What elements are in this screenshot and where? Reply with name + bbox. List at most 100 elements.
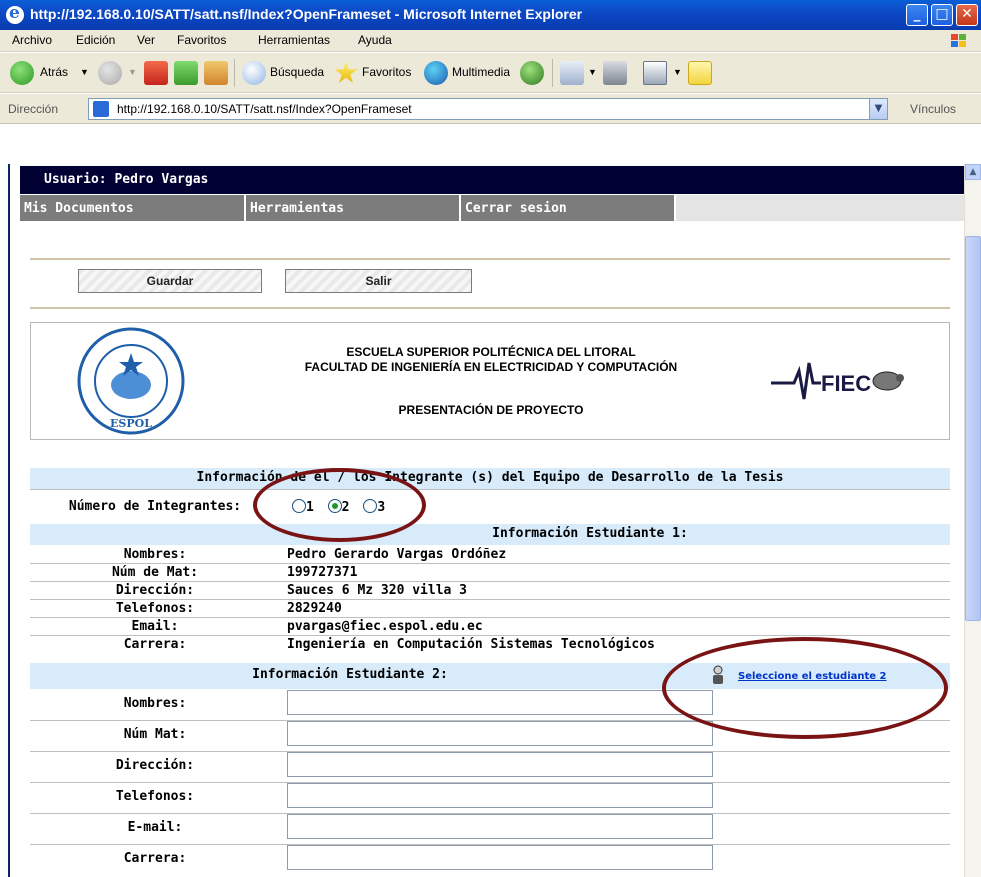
address-url[interactable]: http://192.168.0.10/SATT/satt.nsf/Index?… [117,102,412,116]
grid-line [30,617,950,618]
institution-line-1: ESCUELA SUPERIOR POLITÉCNICA DEL LITORAL [346,345,636,359]
student1-label-nombres: Nombres: [123,547,187,562]
student2-carrera-input[interactable] [287,845,713,870]
members-row: Número de Integrantes: 1 2 3 [30,490,950,524]
address-input[interactable]: http://192.168.0.10/SATT/satt.nsf/Index?… [88,98,888,120]
divider [30,307,950,309]
save-button[interactable]: Guardar [78,269,262,293]
student1-label-email: Email: [131,619,179,634]
forward-arrow-icon[interactable] [98,61,122,85]
stop-icon[interactable] [144,61,168,85]
search-button[interactable]: Búsqueda [270,65,324,79]
espol-logo-text: ESPOL [110,417,152,430]
grid-line [30,563,950,564]
grid-line [30,599,950,600]
menu-bar: Archivo Edición Ver Favoritos Herramient… [0,30,981,52]
address-label: Dirección [8,102,59,116]
toolbar-separator [234,59,235,87]
student2-telefonos-input[interactable] [287,783,713,808]
grid-line [30,813,950,814]
menu-edicion[interactable]: Edición [76,33,115,47]
grid-line [30,581,950,582]
menu-favoritos[interactable]: Favoritos [177,33,226,47]
scroll-thumb[interactable] [965,236,981,621]
student2-label-email: E-mail: [127,820,183,835]
student1-label-direccion: Dirección: [115,583,195,598]
print-icon[interactable] [603,61,627,85]
minimize-button[interactable]: _ [906,4,928,26]
student2-direccion-input[interactable] [287,752,713,777]
student2-label-carrera: Carrera: [123,851,187,866]
nav-cerrar-sesion[interactable]: Cerrar sesion [461,195,676,221]
favorites-star-icon[interactable] [334,61,358,83]
edit-dropdown-icon[interactable]: ▼ [673,67,682,77]
annotation-ellipse-members [253,468,426,542]
title-bar: http://192.168.0.10/SATT/satt.nsf/Index?… [0,0,981,30]
vertical-scrollbar[interactable]: ▲ [964,164,981,877]
toolbar-separator [552,59,553,87]
search-icon[interactable] [242,61,266,85]
student1-title: Información Estudiante 1: [492,526,688,541]
mail-dropdown-icon[interactable]: ▼ [588,67,597,77]
menu-herramientas[interactable]: Herramientas [258,33,330,47]
mail-icon[interactable] [560,61,584,85]
forward-dropdown-icon[interactable]: ▼ [128,67,137,77]
team-info-title: Información de el / los Integrante (s) d… [196,470,784,485]
student2-label-nombres: Nombres: [123,696,187,711]
scroll-up-icon[interactable]: ▲ [965,164,981,180]
student1-label-telefonos: Telefonos: [115,601,195,616]
toolbar: Atrás ▼ ▼ Búsqueda Favoritos Multimedia … [0,53,981,93]
links-label[interactable]: Vínculos [910,102,956,116]
nav-bar: Mis Documentos Herramientas Cerrar sesio… [20,195,964,221]
student2-label-matricula: Núm Mat: [123,727,187,742]
student1-value-matricula: 199727371 [287,565,358,580]
messenger-icon[interactable] [688,61,712,85]
fiec-logo-text: FIEC [821,371,871,396]
members-label: Número de Integrantes: [68,499,242,514]
exit-button[interactable]: Salir [285,269,472,293]
back-arrow-icon[interactable] [10,61,34,85]
institution-header: ESPOL ESCUELA SUPERIOR POLITÉCNICA DEL L… [30,322,950,440]
student1-header: Información Estudiante 1: [30,524,950,545]
grid-line [30,751,950,752]
media-icon[interactable] [424,61,448,85]
maximize-button[interactable]: □ [931,4,953,26]
annotation-ellipse-select [662,637,948,739]
divider [30,258,950,260]
team-info-header: Información de el / los Integrante (s) d… [30,468,950,489]
refresh-icon[interactable] [174,61,198,85]
nav-herramientas[interactable]: Herramientas [246,195,461,221]
menu-ayuda[interactable]: Ayuda [358,33,392,47]
fiec-logo: FIEC [771,362,904,400]
back-button[interactable]: Atrás [40,65,68,79]
history-icon[interactable] [520,61,544,85]
grid-line [30,844,950,845]
menu-ver[interactable]: Ver [137,33,155,47]
student2-matricula-input[interactable] [287,721,713,746]
media-button[interactable]: Multimedia [452,65,510,79]
edit-icon[interactable] [643,61,667,85]
grid-line [30,782,950,783]
address-bar: Dirección http://192.168.0.10/SATT/satt.… [0,94,981,124]
menu-archivo[interactable]: Archivo [12,33,52,47]
home-icon[interactable] [204,61,228,85]
left-frame [0,164,10,877]
student1-value-direccion: Sauces 6 Mz 320 villa 3 [287,583,468,598]
espol-seal-logo: ESPOL [77,327,185,435]
windows-logo-icon [951,34,966,47]
student2-title: Información Estudiante 2: [252,667,448,682]
nav-mis-documentos[interactable]: Mis Documentos [20,195,246,221]
student2-nombres-input[interactable] [287,690,713,715]
page-icon [93,101,109,117]
ie-icon [6,3,24,24]
student1-label-carrera: Carrera: [123,637,187,652]
grid-line [30,635,950,636]
back-dropdown-icon[interactable]: ▼ [80,67,89,77]
user-label: Usuario: Pedro Vargas [44,172,209,187]
favorites-button[interactable]: Favoritos [362,65,411,79]
student2-email-input[interactable] [287,814,713,839]
address-dropdown-icon[interactable]: ▼ [869,99,887,119]
student1-value-telefonos: 2829240 [287,601,342,616]
close-button[interactable]: ✕ [956,4,978,26]
student2-label-telefonos: Telefonos: [115,789,195,804]
